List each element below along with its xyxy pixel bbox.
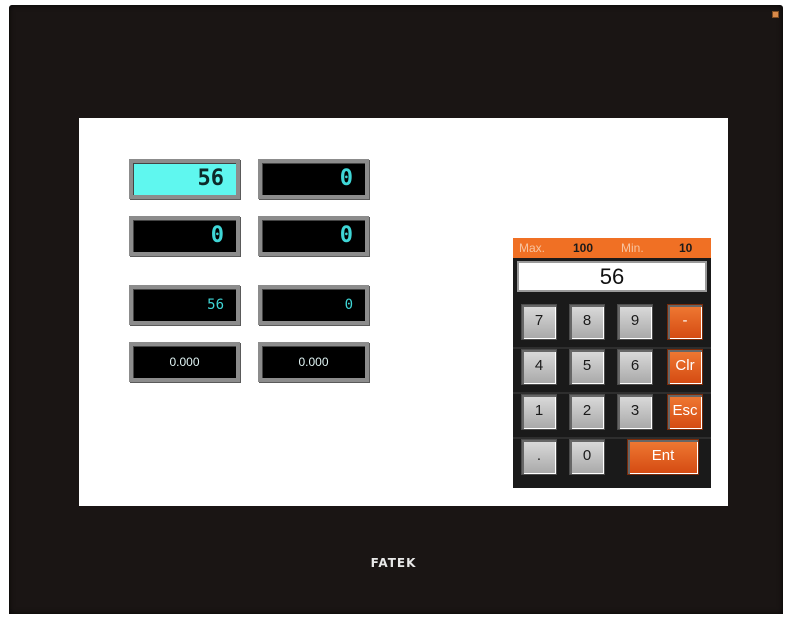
key-7[interactable]: 7 <box>521 304 557 340</box>
clear-button[interactable]: Clr <box>667 349 703 385</box>
numeric-input-6-value: 0 <box>344 297 353 313</box>
min-value: 10 <box>679 241 693 255</box>
numeric-input-7[interactable]: 0.000 <box>129 342 240 382</box>
max-label: Max. <box>519 241 546 255</box>
max-value: 100 <box>573 241 594 255</box>
numeric-input-8-value: 0.000 <box>298 355 329 369</box>
numeric-input-7-value: 0.000 <box>169 355 200 369</box>
keypad-limits-bar: Max. 100 Min. 10 <box>513 238 711 258</box>
numeric-input-3[interactable]: 0 <box>129 216 240 256</box>
min-label: Min. <box>621 241 644 255</box>
enter-button[interactable]: Ent <box>627 439 699 475</box>
key-0[interactable]: 0 <box>569 439 605 475</box>
key-4[interactable]: 4 <box>521 349 557 385</box>
numeric-keypad: Max. 100 Min. 10 56 7 8 9 - 4 5 6 Clr 1 … <box>513 238 711 488</box>
key-1[interactable]: 1 <box>521 394 557 430</box>
minus-button[interactable]: - <box>667 304 703 340</box>
keypad-display: 56 <box>517 261 707 292</box>
key-dot[interactable]: . <box>521 439 557 475</box>
numeric-input-2[interactable]: 0 <box>258 159 369 199</box>
numeric-input-6[interactable]: 0 <box>258 285 369 325</box>
numeric-input-1-value: 56 <box>197 166 225 191</box>
numeric-input-5-value: 56 <box>207 297 224 313</box>
brand-logo: FATEK <box>370 556 417 570</box>
numeric-input-1[interactable]: 56 <box>129 159 240 199</box>
numeric-input-2-value: 0 <box>339 166 353 191</box>
power-led-icon <box>772 11 779 18</box>
numeric-input-4[interactable]: 0 <box>258 216 369 256</box>
numeric-input-5[interactable]: 56 <box>129 285 240 325</box>
key-6[interactable]: 6 <box>617 349 653 385</box>
key-8[interactable]: 8 <box>569 304 605 340</box>
numeric-input-3-value: 0 <box>210 223 224 248</box>
escape-button[interactable]: Esc <box>667 394 703 430</box>
key-2[interactable]: 2 <box>569 394 605 430</box>
key-9[interactable]: 9 <box>617 304 653 340</box>
numeric-input-4-value: 0 <box>339 223 353 248</box>
key-3[interactable]: 3 <box>617 394 653 430</box>
numeric-input-8[interactable]: 0.000 <box>258 342 369 382</box>
key-5[interactable]: 5 <box>569 349 605 385</box>
